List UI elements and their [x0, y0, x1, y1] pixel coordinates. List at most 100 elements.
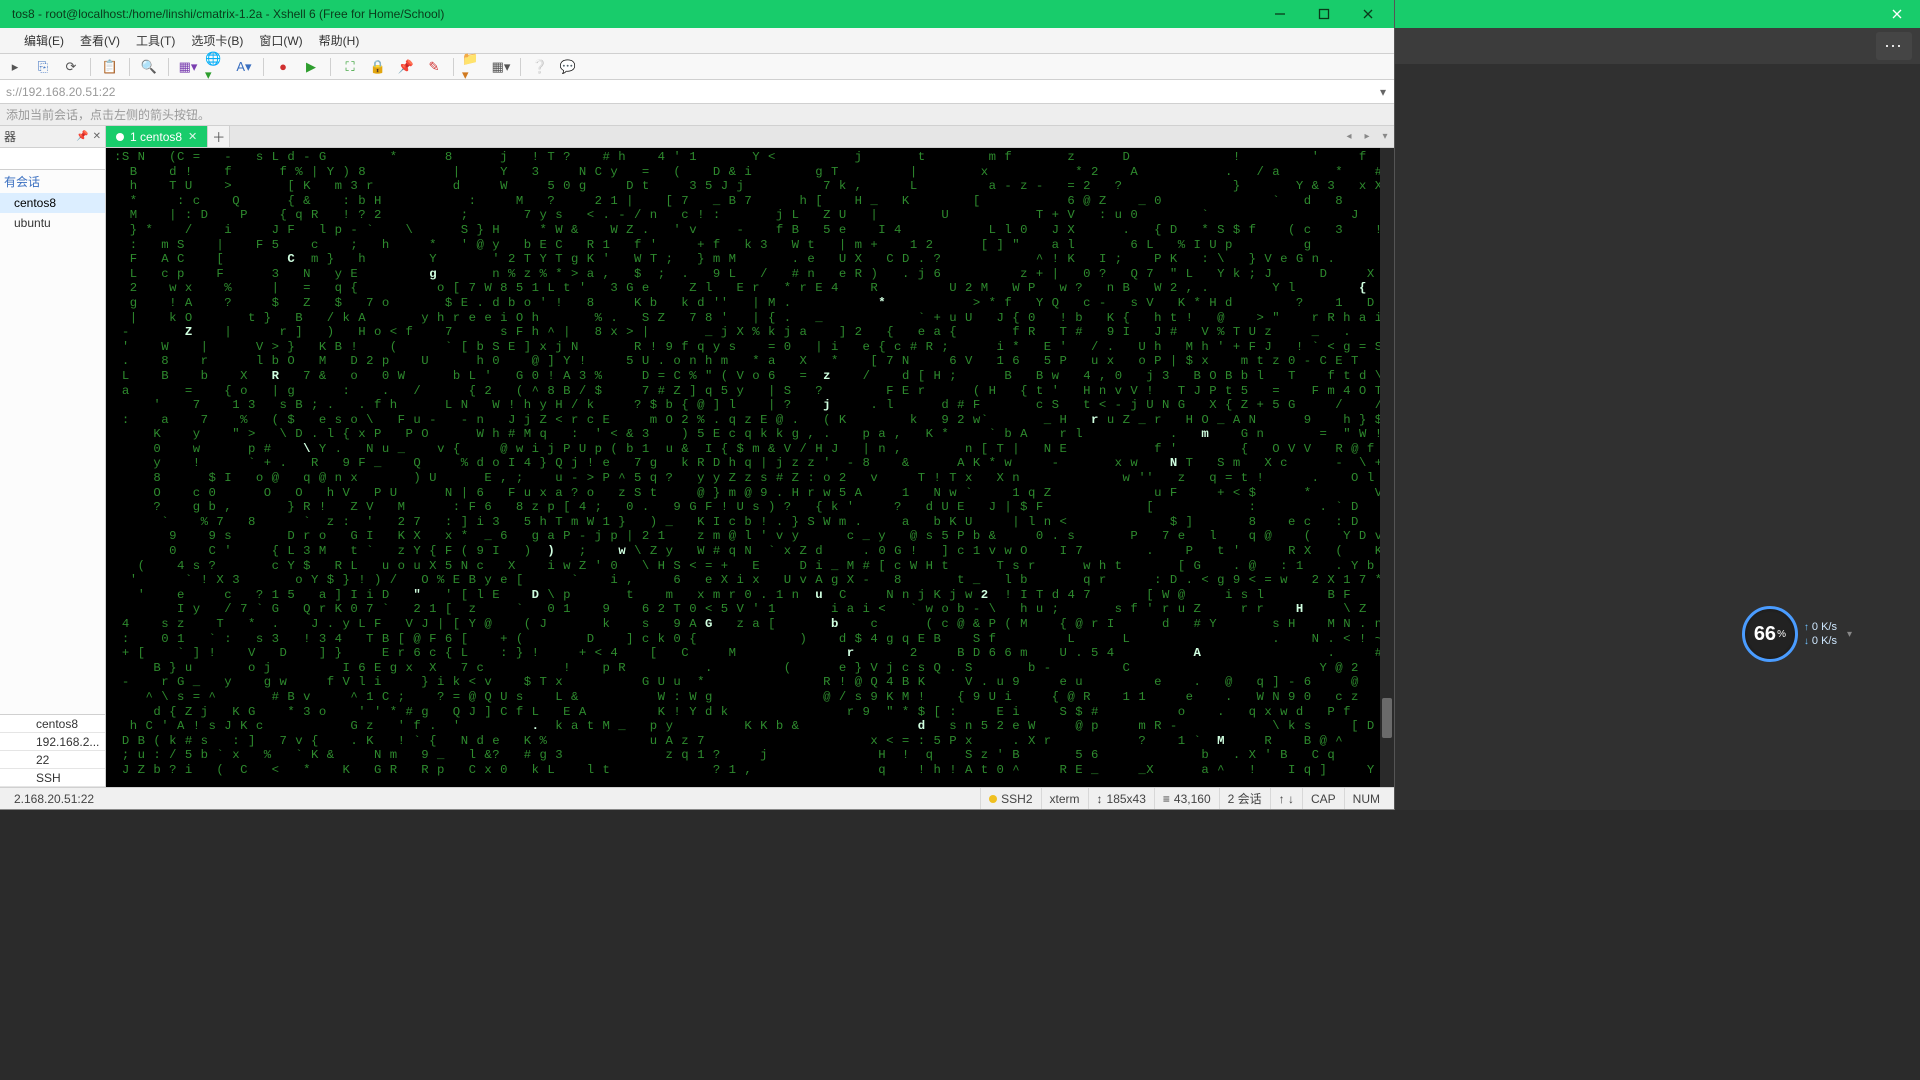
tab-close-icon[interactable]: ✕ — [188, 130, 197, 143]
outer-toolbar: ⋯ — [1395, 28, 1920, 64]
status-host: 2.168.20.51:22 — [6, 788, 980, 809]
paste-icon[interactable]: ▦▾ — [177, 57, 199, 77]
status-proto: SSH2 — [980, 788, 1040, 809]
reconnect-icon[interactable]: ⟳ — [60, 57, 82, 77]
xshell-window: tos8 - root@localhost:/home/linshi/cmatr… — [0, 0, 1395, 810]
tab-menu-icon[interactable]: ▾ — [1376, 126, 1394, 147]
sidebar-header: 器 📌 ✕ — [0, 126, 105, 148]
tabstrip: 1 centos8 ✕ ＋ ◂ ▸ ▾ — [106, 126, 1394, 148]
tree-item-ubuntu[interactable]: ubuntu — [0, 213, 105, 233]
new-session-icon[interactable]: ▸ — [4, 57, 26, 77]
lock-icon[interactable]: 🔒 — [367, 57, 389, 77]
status-num: NUM — [1344, 788, 1388, 809]
record-icon[interactable]: ● — [272, 57, 294, 77]
folder-icon[interactable]: 📁▾ — [462, 57, 484, 77]
status-size: ↕ 185x43 — [1088, 788, 1154, 809]
net-speed-widget[interactable]: 66% ↑0 K/s ↓0 K/s ▾ — [1742, 606, 1852, 662]
terminal[interactable]: :S N (C = - s L d - G * 8 j ! T ? # h 4 … — [106, 148, 1394, 787]
status-size-text: 185x43 — [1107, 792, 1146, 806]
table-row: 22 — [0, 751, 105, 769]
new-tab-button[interactable]: ＋ — [208, 126, 230, 147]
tree-root[interactable]: 有会话 — [0, 170, 105, 193]
status-dot-icon — [989, 795, 997, 803]
terminal-scrollbar[interactable] — [1380, 148, 1394, 787]
menu-view[interactable]: 查看(V) — [72, 28, 128, 53]
prop-val: SSH — [30, 771, 105, 785]
right-panel: ⋯ 66% ↑0 K/s ↓0 K/s ▾ — [1395, 0, 1920, 810]
net-percent-circle: 66% — [1742, 606, 1798, 662]
separator — [330, 58, 331, 76]
status-bytes-text: 43,160 — [1174, 792, 1211, 806]
hint-text: 添加当前会话，点击左侧的箭头按钮。 — [6, 106, 210, 123]
chat-icon[interactable]: 💬 — [557, 57, 579, 77]
copy-icon[interactable]: 📋 — [99, 57, 121, 77]
status-dot-icon — [116, 133, 124, 141]
net-down: 0 K/s — [1812, 635, 1837, 647]
table-row: SSH — [0, 769, 105, 787]
address-dropdown-icon[interactable]: ▾ — [1372, 81, 1394, 103]
play-icon[interactable]: ▶ — [300, 57, 322, 77]
table-row: 192.168.2... — [0, 733, 105, 751]
session-tree[interactable]: 有会话 centos8 ubuntu — [0, 170, 105, 714]
prop-val: centos8 — [30, 717, 105, 731]
brush-icon[interactable]: ✎ — [423, 57, 445, 77]
central-area: 1 centos8 ✕ ＋ ◂ ▸ ▾ :S N (C = - s L d - … — [106, 126, 1394, 787]
minimize-button[interactable] — [1258, 0, 1302, 28]
menu-tabs[interactable]: 选项卡(B) — [183, 28, 251, 53]
tab-next-icon[interactable]: ▸ — [1358, 126, 1376, 147]
status-indicator-icons: ↑ ↓ — [1270, 788, 1302, 809]
pin-icon[interactable]: 📌 — [76, 131, 88, 142]
tab-prev-icon[interactable]: ◂ — [1340, 126, 1358, 147]
tree-item-centos8[interactable]: centos8 — [0, 193, 105, 213]
net-speeds: ↑0 K/s ↓0 K/s — [1804, 621, 1837, 647]
separator — [453, 58, 454, 76]
find-icon[interactable]: 🔍 — [138, 57, 160, 77]
more-icon[interactable]: ⋯ — [1876, 32, 1912, 60]
menu-file[interactable] — [0, 28, 16, 53]
window-title: tos8 - root@localhost:/home/linshi/cmatr… — [4, 7, 1258, 21]
arrow-down-icon: ↓ — [1804, 636, 1809, 647]
menu-tools[interactable]: 工具(T) — [128, 28, 183, 53]
sidebar-title: 器 — [4, 128, 16, 145]
session-sidebar: 器 📌 ✕ 🔍 有会话 centos8 ubuntu — [0, 126, 106, 787]
separator — [168, 58, 169, 76]
menu-help[interactable]: 帮助(H) — [311, 28, 368, 53]
open-session-icon[interactable]: ⎘ — [32, 57, 54, 77]
separator — [129, 58, 130, 76]
chevron-down-icon[interactable]: ▾ — [1847, 629, 1852, 640]
menu-window[interactable]: 窗口(W) — [251, 28, 310, 53]
titlebar[interactable]: tos8 - root@localhost:/home/linshi/cmatr… — [0, 0, 1394, 28]
address-input[interactable] — [0, 80, 1372, 103]
status-term: xterm — [1041, 788, 1088, 809]
sidebar-search: 🔍 — [0, 148, 105, 170]
outer-close-button[interactable] — [1874, 0, 1920, 28]
separator — [520, 58, 521, 76]
outer-titlebar — [1395, 0, 1920, 28]
terminal-output: :S N (C = - s L d - G * 8 j ! T ? # h 4 … — [106, 148, 1380, 787]
status-proto-text: SSH2 — [1001, 792, 1032, 806]
tab-centos8[interactable]: 1 centos8 ✕ — [106, 126, 208, 147]
maximize-button[interactable] — [1302, 0, 1346, 28]
status-caps: CAP — [1302, 788, 1344, 809]
font-icon[interactable]: A▾ — [233, 57, 255, 77]
fullscreen-icon[interactable]: ⛶ — [339, 57, 361, 77]
separator — [263, 58, 264, 76]
addressbar: ▾ — [0, 80, 1394, 104]
property-table: centos8 192.168.2... 22 SSH — [0, 714, 105, 787]
table-row: centos8 — [0, 715, 105, 733]
help-icon[interactable]: ❔ — [529, 57, 551, 77]
menu-edit[interactable]: 编辑(E) — [16, 28, 72, 53]
prop-val: 22 — [30, 753, 105, 767]
status-bytes: ≡ 43,160 — [1154, 788, 1219, 809]
prop-val: 192.168.2... — [30, 735, 105, 749]
toolbar: ▸ ⎘ ⟳ 📋 🔍 ▦▾ 🌐▾ A▾ ● ▶ ⛶ 🔒 📌 ✎ 📁▾ ▦▾ ❔ 💬 — [0, 54, 1394, 80]
close-icon[interactable]: ✕ — [93, 131, 101, 142]
tile-icon[interactable]: ▦▾ — [490, 57, 512, 77]
statusbar: 2.168.20.51:22 SSH2 xterm ↕ 185x43 ≡ 43,… — [0, 787, 1394, 809]
close-button[interactable] — [1346, 0, 1390, 28]
content-row: 器 📌 ✕ 🔍 有会话 centos8 ubuntu — [0, 126, 1394, 787]
scrollbar-thumb[interactable] — [1382, 698, 1392, 738]
net-percent: 66 — [1754, 623, 1776, 646]
pin-icon[interactable]: 📌 — [395, 57, 417, 77]
globe-icon[interactable]: 🌐▾ — [205, 57, 227, 77]
